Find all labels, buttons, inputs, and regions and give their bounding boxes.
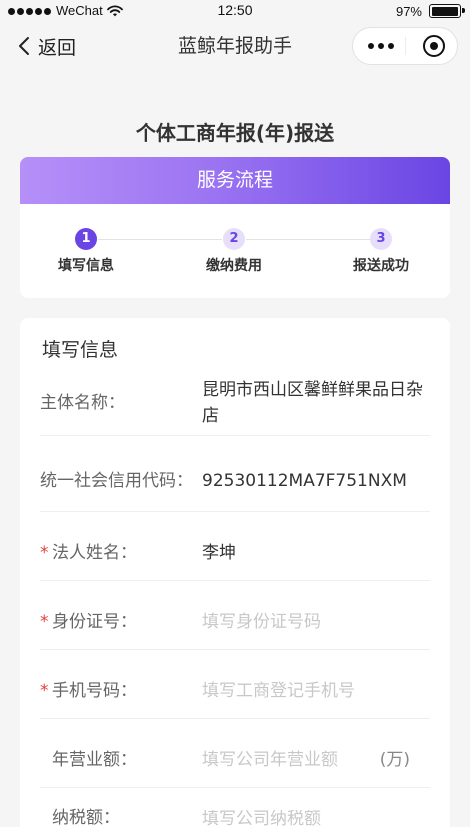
battery-level	[431, 6, 458, 16]
id-number-label: 身份证号：	[52, 612, 137, 632]
form-row-entity-name: 主体名称： 昆明市西山区馨鲜鲜果品日杂店	[40, 368, 430, 436]
signal-strength-icon	[8, 7, 51, 15]
form-row-phone: * 手机号码：	[40, 650, 430, 719]
annual-revenue-input[interactable]	[202, 747, 380, 773]
legal-rep-input[interactable]	[202, 540, 430, 566]
process-header: 服务流程	[20, 157, 450, 204]
step-label: 缴纳费用	[206, 258, 262, 274]
form-row-annual-revenue: 年营业额： (万)	[40, 719, 430, 788]
process-steps: 1 填写信息 2 缴纳费用 3 报送成功	[20, 204, 450, 298]
credit-code-value: 92530112MA7F751NXM	[202, 470, 407, 491]
chevron-left-icon	[18, 36, 30, 56]
carrier-name: WeChat	[56, 3, 103, 18]
step-label: 报送成功	[353, 258, 409, 274]
signal-dot	[8, 7, 15, 15]
step-number: 2	[223, 228, 245, 250]
field-label: * 身份证号：	[40, 609, 202, 635]
required-asterisk: *	[40, 612, 49, 632]
step-number: 3	[370, 228, 392, 250]
tax-amount-input[interactable]	[202, 810, 430, 827]
screen: WeChat 12:50 97% 返回 蓝鲸年报助手 个体工商年报(年)报送 服…	[0, 0, 470, 827]
entity-name-value: 昆明市西山区馨鲜鲜果品日杂店	[202, 379, 423, 426]
required-asterisk: *	[40, 681, 49, 701]
annual-revenue-label: 年营业额：	[52, 750, 137, 770]
nav-title: 蓝鲸年报助手	[177, 35, 292, 57]
legal-rep-label: 法人姓名：	[52, 543, 137, 563]
tax-amount-label: 纳税额：	[52, 808, 120, 827]
back-label: 返回	[38, 36, 77, 59]
step-fill-info: 1 填写信息	[36, 204, 136, 298]
form-card: 填写信息 主体名称： 昆明市西山区馨鲜鲜果品日杂店 统一社会信用代码： 9253…	[20, 318, 450, 827]
status-bar: WeChat 12:50 97%	[0, 0, 470, 22]
id-number-input[interactable]	[202, 609, 430, 635]
entity-name-label: 主体名称：	[40, 392, 125, 413]
field-label: * 法人姓名：	[40, 540, 202, 566]
form-row-id-number: * 身份证号：	[40, 581, 430, 650]
step-number: 1	[75, 228, 97, 250]
back-button[interactable]: 返回	[18, 22, 76, 70]
status-time: 12:50	[217, 2, 253, 18]
wifi-icon	[106, 5, 123, 17]
menu-capsule	[352, 27, 458, 65]
credit-code-label: 统一社会信用代码：	[40, 470, 193, 491]
form-row-tax-amount: 纳税额：	[40, 788, 430, 827]
revenue-unit: (万)	[379, 750, 410, 770]
signal-dot	[35, 7, 42, 15]
process-card: 服务流程 1 填写信息 2 缴纳费用 3 报送成功	[20, 157, 450, 298]
field-label: 纳税额：	[40, 810, 202, 827]
phone-label: 手机号码：	[52, 681, 137, 701]
status-left: WeChat	[8, 0, 123, 22]
target-icon[interactable]	[419, 28, 449, 64]
required-asterisk: *	[40, 543, 49, 563]
capsule-divider	[405, 37, 406, 55]
form-heading: 填写信息	[42, 339, 119, 361]
phone-input[interactable]	[202, 678, 430, 704]
more-dots-icon[interactable]	[363, 28, 399, 64]
page-title: 个体工商年报(年)报送	[135, 121, 335, 145]
nav-bar: 返回 蓝鲸年报助手	[0, 22, 470, 70]
form-row-credit-code: 统一社会信用代码： 92530112MA7F751NXM	[40, 436, 430, 512]
battery-icon	[429, 4, 465, 18]
signal-dot	[17, 7, 24, 15]
battery-percent: 97%	[395, 3, 422, 19]
field-label: 统一社会信用代码：	[40, 468, 202, 494]
signal-dot	[44, 7, 51, 15]
status-right: 97%	[395, 0, 465, 22]
step-pay-fee: 2 缴纳费用	[184, 204, 284, 298]
field-label: 年营业额：	[40, 747, 202, 773]
form-row-legal-rep: * 法人姓名：	[40, 512, 430, 581]
field-label: 主体名称：	[40, 390, 202, 416]
step-submit-success: 3 报送成功	[331, 204, 431, 298]
field-label: * 手机号码：	[40, 678, 202, 704]
signal-dot	[26, 7, 33, 15]
step-label: 填写信息	[58, 258, 114, 274]
